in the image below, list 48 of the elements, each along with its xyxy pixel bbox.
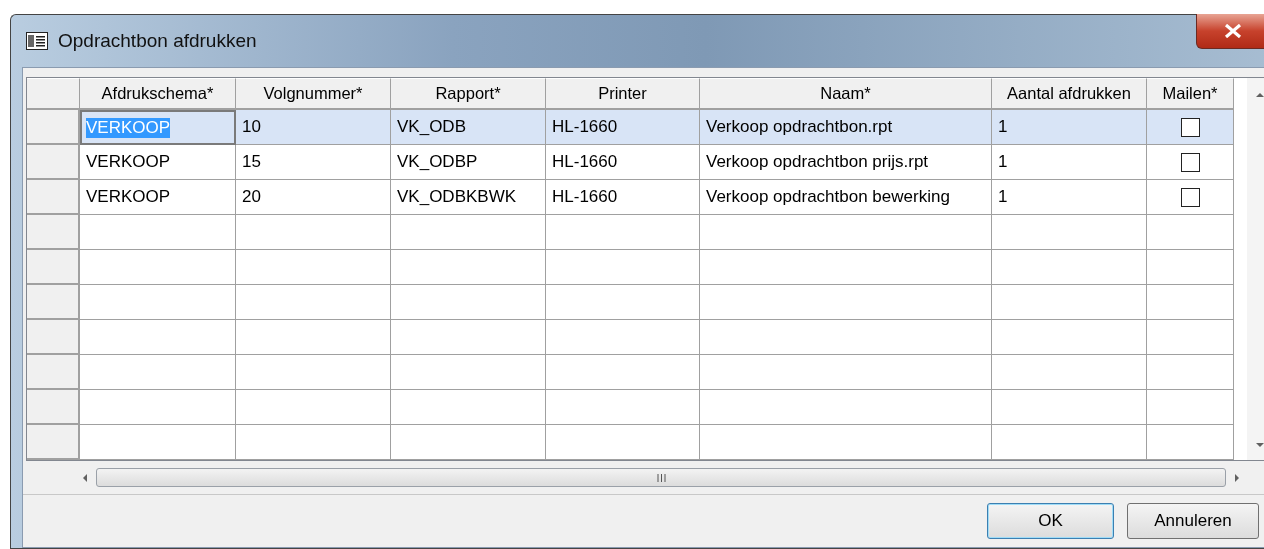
row-header[interactable] bbox=[27, 110, 80, 145]
row-header[interactable] bbox=[27, 320, 80, 355]
table-cell: HL-1660 bbox=[546, 110, 700, 145]
column-header[interactable]: Aantal afdrukken bbox=[992, 78, 1147, 110]
table-cell: VK_ODBKBWK bbox=[391, 180, 546, 215]
row-header[interactable] bbox=[27, 390, 80, 425]
scrollbar-thumb[interactable] bbox=[96, 468, 1226, 487]
column-header[interactable]: Printer bbox=[546, 78, 700, 110]
row-header[interactable] bbox=[27, 250, 80, 285]
table-cell: VERKOOP bbox=[80, 145, 236, 180]
column-header[interactable]: Rapport* bbox=[391, 78, 546, 110]
table-cell: 1 bbox=[992, 110, 1147, 145]
cancel-button[interactable]: Annuleren bbox=[1127, 503, 1259, 539]
table-cell: VERKOOP bbox=[80, 180, 236, 215]
column-header[interactable]: Afdrukschema* bbox=[80, 78, 236, 110]
table-cell: HL-1660 bbox=[546, 145, 700, 180]
column-header[interactable]: Mailen* bbox=[1147, 78, 1234, 110]
row-header[interactable] bbox=[27, 285, 80, 320]
column-header[interactable]: Naam* bbox=[700, 78, 992, 110]
table-cell: Verkoop opdrachtbon bewerking bbox=[700, 180, 992, 215]
row-header[interactable] bbox=[27, 355, 80, 390]
scroll-right-icon[interactable] bbox=[1232, 472, 1242, 483]
table-icon bbox=[26, 32, 48, 50]
scroll-up-icon[interactable] bbox=[1255, 90, 1264, 100]
table-cell: HL-1660 bbox=[546, 180, 700, 215]
table-cell: 10 bbox=[236, 110, 391, 145]
table-cell: Verkoop opdrachtbon prijs.rpt bbox=[700, 145, 992, 180]
checkbox[interactable] bbox=[1180, 117, 1200, 137]
table-cell: VK_ODBP bbox=[391, 145, 546, 180]
row-header[interactable] bbox=[27, 425, 80, 460]
close-button[interactable] bbox=[1196, 14, 1264, 49]
table-cell: VK_ODB bbox=[391, 110, 546, 145]
ok-button[interactable]: OK bbox=[987, 503, 1114, 539]
table-cell: 1 bbox=[992, 145, 1147, 180]
grip-icon bbox=[656, 473, 666, 482]
table-cell: 15 bbox=[236, 145, 391, 180]
scroll-down-icon[interactable] bbox=[1255, 440, 1264, 450]
checkbox[interactable] bbox=[1180, 152, 1200, 172]
row-header[interactable] bbox=[27, 145, 80, 180]
table-cell: 20 bbox=[236, 180, 391, 215]
table-cell: Verkoop opdrachtbon.rpt bbox=[700, 110, 992, 145]
close-icon bbox=[1224, 24, 1242, 38]
window-title: Opdrachtbon afdrukken bbox=[58, 30, 257, 52]
table-cell: 1 bbox=[992, 180, 1147, 215]
row-header[interactable] bbox=[27, 215, 80, 250]
column-header[interactable]: Volgnummer* bbox=[236, 78, 391, 110]
checkbox[interactable] bbox=[1180, 187, 1200, 207]
row-header[interactable] bbox=[27, 180, 80, 215]
